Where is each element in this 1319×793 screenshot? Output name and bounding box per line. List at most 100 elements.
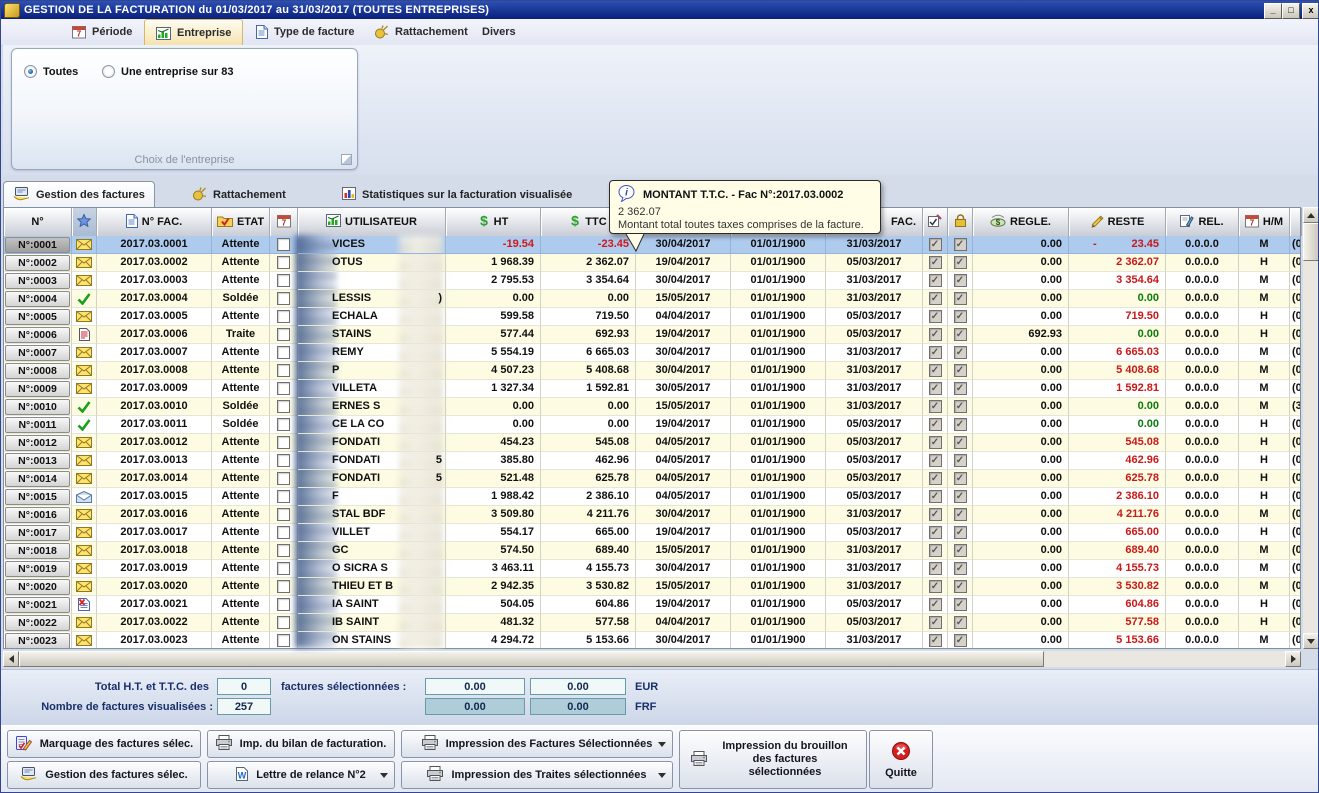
relance-cell[interactable]: 0.0.0.0 bbox=[1166, 470, 1239, 488]
facture-date-cell[interactable]: 31/03/2017 bbox=[826, 578, 923, 596]
echeance-date-cell[interactable]: 04/05/2017 bbox=[636, 488, 731, 506]
invoice-row[interactable]: N°:00092017.03.0009AttenteVILLETA1 327.3… bbox=[4, 380, 1300, 398]
envelope-icon[interactable] bbox=[72, 452, 97, 470]
select-checkbox-cell[interactable] bbox=[270, 596, 298, 614]
reste-cell[interactable]: 3 354.64 bbox=[1069, 272, 1166, 290]
utilisateur-cell[interactable] bbox=[298, 272, 446, 290]
reste-cell[interactable]: 1 592.81 bbox=[1069, 380, 1166, 398]
select-checkbox-cell[interactable] bbox=[270, 344, 298, 362]
regle-cell[interactable]: 0.00 bbox=[973, 434, 1069, 452]
reglement-date-cell[interactable]: 01/01/1900 bbox=[731, 308, 826, 326]
status-cell[interactable]: Attente bbox=[212, 236, 270, 254]
reste-cell[interactable]: 5 153.66 bbox=[1069, 632, 1166, 648]
ttc-cell[interactable]: 1 592.81 bbox=[541, 380, 636, 398]
tab-type-de-facture[interactable]: Type de facture bbox=[245, 19, 366, 44]
ht-cell[interactable]: 2 942.35 bbox=[446, 578, 541, 596]
ht-cell[interactable]: 454.23 bbox=[446, 434, 541, 452]
invoice-row[interactable]: N°:00132017.03.0013AttenteFONDATI5385.80… bbox=[4, 452, 1300, 470]
utilisateur-cell[interactable]: ON STAINS bbox=[298, 632, 446, 648]
invoice-row[interactable]: N°:00012017.03.0001AttenteVICES-19.54-23… bbox=[4, 236, 1300, 254]
invoice-row[interactable]: N°:00042017.03.0004SoldéeLESSIS)0.000.00… bbox=[4, 290, 1300, 308]
hm-cell[interactable]: M bbox=[1239, 272, 1290, 290]
tab-statistiques[interactable]: Statistiques sur la facturation visualis… bbox=[333, 183, 581, 207]
validated-checkbox-cell[interactable]: ✓ bbox=[923, 362, 948, 380]
tab-gestion-des-factures[interactable]: Gestion des factures bbox=[3, 181, 155, 208]
scroll-right-button[interactable] bbox=[1285, 651, 1301, 667]
utilisateur-cell[interactable]: LESSIS) bbox=[298, 290, 446, 308]
echeance-date-cell[interactable]: 04/05/2017 bbox=[636, 434, 731, 452]
row-number-cell[interactable]: N°:0013 bbox=[4, 452, 72, 470]
envelope-icon[interactable] bbox=[72, 344, 97, 362]
row-checkbox[interactable] bbox=[277, 472, 290, 485]
hm-cell[interactable]: M bbox=[1239, 362, 1290, 380]
select-checkbox-cell[interactable] bbox=[270, 488, 298, 506]
row-checkbox[interactable] bbox=[277, 238, 290, 251]
status-cell[interactable]: Attente bbox=[212, 632, 270, 648]
row-number-cell[interactable]: N°:0010 bbox=[4, 398, 72, 416]
column-header-reste[interactable]: RESTE bbox=[1069, 208, 1166, 236]
row-number-cell[interactable]: N°:0015 bbox=[4, 488, 72, 506]
echeance-date-cell[interactable]: 19/04/2017 bbox=[636, 326, 731, 344]
column-header-sel[interactable]: 7 bbox=[270, 208, 298, 236]
locked-checkbox-cell[interactable]: ✓ bbox=[948, 560, 973, 578]
ttc-cell[interactable]: 604.86 bbox=[541, 596, 636, 614]
row-checkbox[interactable] bbox=[277, 454, 290, 467]
hm-cell[interactable]: H bbox=[1239, 416, 1290, 434]
row-checkbox[interactable] bbox=[277, 256, 290, 269]
select-checkbox-cell[interactable] bbox=[270, 542, 298, 560]
facture-date-cell[interactable]: 05/03/2017 bbox=[826, 308, 923, 326]
row-number-cell[interactable]: N°:0011 bbox=[4, 416, 72, 434]
facture-date-cell[interactable]: 05/03/2017 bbox=[826, 488, 923, 506]
lettre-relance-button[interactable]: W Lettre de relance N°2 bbox=[207, 761, 395, 789]
utilisateur-cell[interactable]: OTUS bbox=[298, 254, 446, 272]
hm-cell[interactable]: H bbox=[1239, 524, 1290, 542]
row-number-cell[interactable]: N°:0005 bbox=[4, 308, 72, 326]
radio-une-entreprise[interactable]: Une entreprise sur 83 bbox=[102, 65, 234, 78]
echeance-date-cell[interactable]: 15/05/2017 bbox=[636, 542, 731, 560]
row-number-cell[interactable]: N°:0012 bbox=[4, 434, 72, 452]
row-checkbox[interactable] bbox=[277, 616, 290, 629]
ht-cell[interactable]: 4 294.72 bbox=[446, 632, 541, 648]
impression-brouillon-button[interactable]: Impression du brouillon des factures sél… bbox=[679, 730, 867, 789]
status-cell[interactable]: Attente bbox=[212, 506, 270, 524]
invoice-row[interactable]: N°:00062017.03.0006TraiteSTAINS577.44692… bbox=[4, 326, 1300, 344]
relance-cell[interactable]: 0.0.0.0 bbox=[1166, 542, 1239, 560]
regle-cell[interactable]: 0.00 bbox=[973, 236, 1069, 254]
ttc-cell[interactable]: 6 665.03 bbox=[541, 344, 636, 362]
envelope-icon[interactable] bbox=[72, 254, 97, 272]
hm-cell[interactable]: M bbox=[1239, 380, 1290, 398]
regle-cell[interactable]: 0.00 bbox=[973, 272, 1069, 290]
reglement-date-cell[interactable]: 01/01/1900 bbox=[731, 578, 826, 596]
row-checkbox[interactable] bbox=[277, 418, 290, 431]
reste-cell[interactable]: 5 408.68 bbox=[1069, 362, 1166, 380]
locked-checkbox-cell[interactable]: ✓ bbox=[948, 542, 973, 560]
hm-cell[interactable]: H bbox=[1239, 254, 1290, 272]
column-header-etat[interactable]: ETAT bbox=[212, 208, 270, 236]
row-number-cell[interactable]: N°:0002 bbox=[4, 254, 72, 272]
row-number-button[interactable]: N°:0018 bbox=[5, 543, 70, 559]
relance-cell[interactable]: 0.0.0.0 bbox=[1166, 416, 1239, 434]
utilisateur-cell[interactable]: VILLETA bbox=[298, 380, 446, 398]
utilisateur-cell[interactable]: F bbox=[298, 488, 446, 506]
locked-checkbox-cell[interactable]: ✓ bbox=[948, 614, 973, 632]
status-cell[interactable]: Soldée bbox=[212, 290, 270, 308]
row-number-cell[interactable]: N°:0001 bbox=[4, 236, 72, 254]
row-number-button[interactable]: N°:0022 bbox=[5, 615, 70, 631]
invoice-number-cell[interactable]: 2017.03.0011 bbox=[97, 416, 212, 434]
ht-cell[interactable]: 0.00 bbox=[446, 290, 541, 308]
envelope-icon[interactable] bbox=[72, 380, 97, 398]
row-number-button[interactable]: N°:0011 bbox=[5, 417, 70, 433]
ht-cell[interactable]: 1 327.34 bbox=[446, 380, 541, 398]
envelope-icon[interactable] bbox=[72, 470, 97, 488]
ttc-cell[interactable]: 0.00 bbox=[541, 398, 636, 416]
status-cell[interactable]: Attente bbox=[212, 272, 270, 290]
locked-checkbox-cell[interactable]: ✓ bbox=[948, 362, 973, 380]
regle-cell[interactable]: 0.00 bbox=[973, 416, 1069, 434]
row-number-button[interactable]: N°:0017 bbox=[5, 525, 70, 541]
reglement-date-cell[interactable]: 01/01/1900 bbox=[731, 362, 826, 380]
ttc-cell[interactable]: 0.00 bbox=[541, 416, 636, 434]
impression-traites-button[interactable]: Impression des Traites sélectionnées bbox=[401, 761, 673, 789]
locked-checkbox-cell[interactable]: ✓ bbox=[948, 452, 973, 470]
row-number-button[interactable]: N°:0007 bbox=[5, 345, 70, 361]
ttc-cell[interactable]: 4 155.73 bbox=[541, 560, 636, 578]
